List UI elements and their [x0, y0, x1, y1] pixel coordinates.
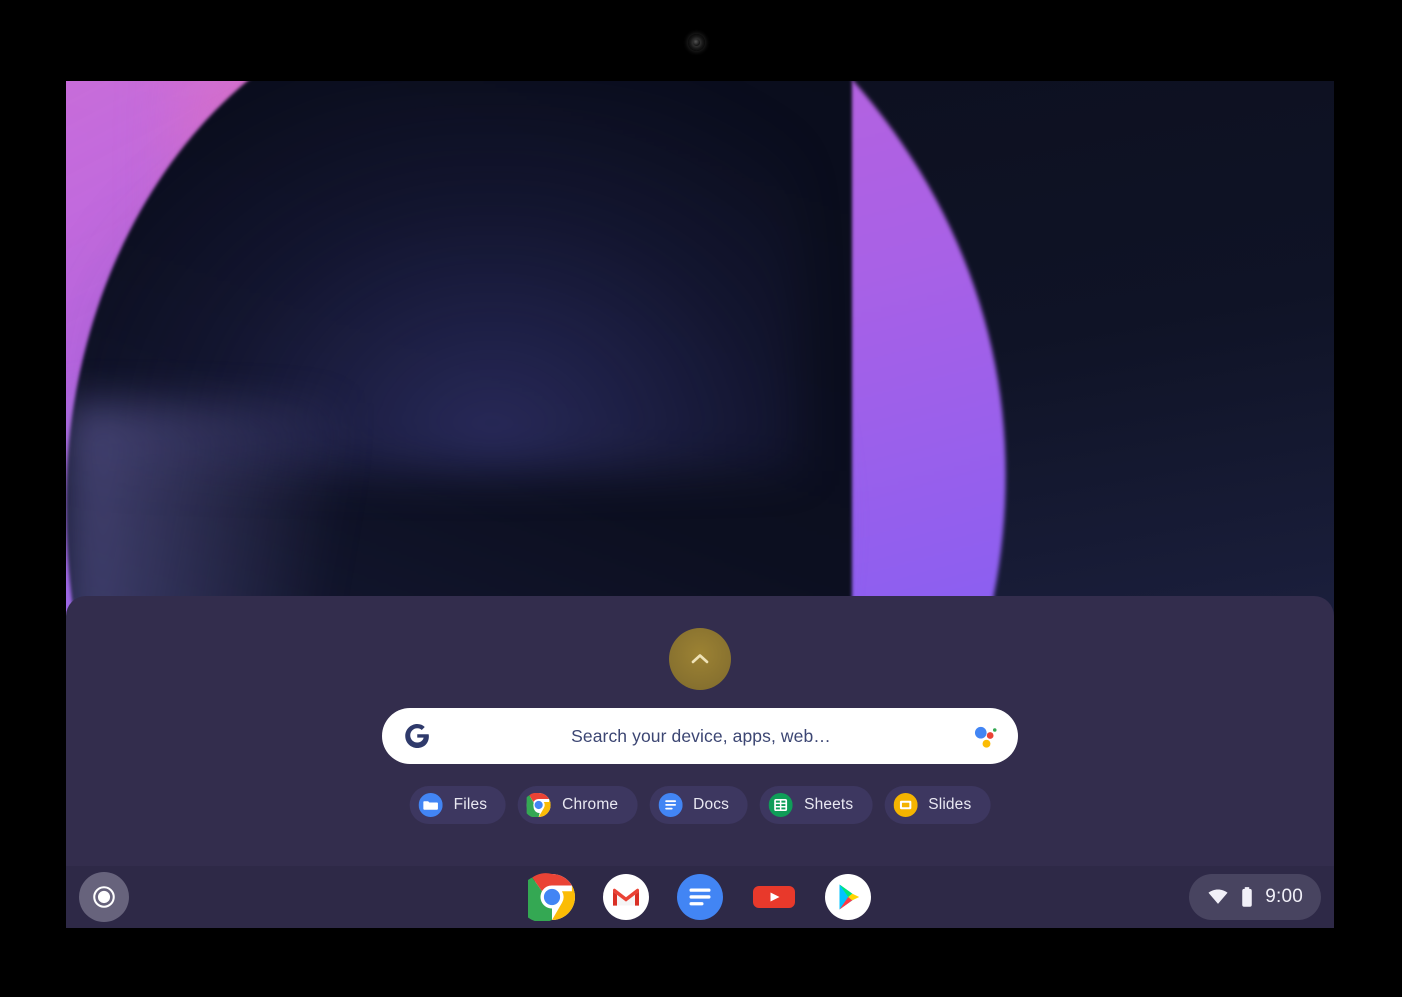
chip-sheets[interactable]: Sheets	[760, 786, 873, 824]
launcher-panel: Files Chrome	[66, 596, 1334, 928]
sheets-icon	[769, 793, 794, 817]
screen: Files Chrome	[66, 81, 1334, 928]
chip-files[interactable]: Files	[409, 786, 507, 824]
wifi-icon	[1208, 889, 1228, 904]
clock-label: 9:00	[1265, 886, 1303, 907]
search-bar[interactable]	[382, 708, 1018, 764]
chevron-up-icon	[691, 654, 709, 664]
google-assistant-icon[interactable]	[970, 721, 1000, 751]
search-input[interactable]	[432, 725, 970, 747]
launcher-expand-button[interactable]	[669, 628, 731, 690]
status-area[interactable]: 9:00	[1189, 874, 1321, 920]
launcher-button[interactable]	[79, 872, 129, 922]
chip-label: Sheets	[804, 796, 854, 813]
shelf-app-list	[528, 873, 872, 921]
chip-label: Files	[453, 796, 488, 813]
google-g-icon	[405, 724, 429, 748]
chip-label: Slides	[928, 796, 972, 813]
circle-dot-icon	[93, 886, 115, 908]
chip-chrome[interactable]: Chrome	[518, 786, 638, 824]
chrome-icon	[527, 793, 552, 817]
files-icon	[418, 793, 443, 817]
docs-icon	[658, 793, 683, 817]
chip-slides[interactable]: Slides	[884, 786, 991, 824]
shelf-app-gmail[interactable]	[602, 873, 650, 921]
chip-docs[interactable]: Docs	[649, 786, 749, 824]
chip-label: Chrome	[562, 796, 619, 813]
app-chips-row: Files Chrome Docs Sheets Slides	[409, 786, 991, 824]
shelf-app-docs[interactable]	[676, 873, 724, 921]
battery-icon	[1242, 887, 1252, 907]
slides-icon	[893, 793, 918, 817]
chromebook-device: Files Chrome	[0, 0, 1402, 997]
shelf-app-chrome[interactable]	[528, 873, 576, 921]
webcam-lens-icon	[688, 34, 705, 51]
shelf-app-youtube[interactable]	[750, 873, 798, 921]
chip-label: Docs	[693, 796, 730, 813]
shelf-app-play-store[interactable]	[824, 873, 872, 921]
shelf: 9:00	[66, 866, 1334, 928]
